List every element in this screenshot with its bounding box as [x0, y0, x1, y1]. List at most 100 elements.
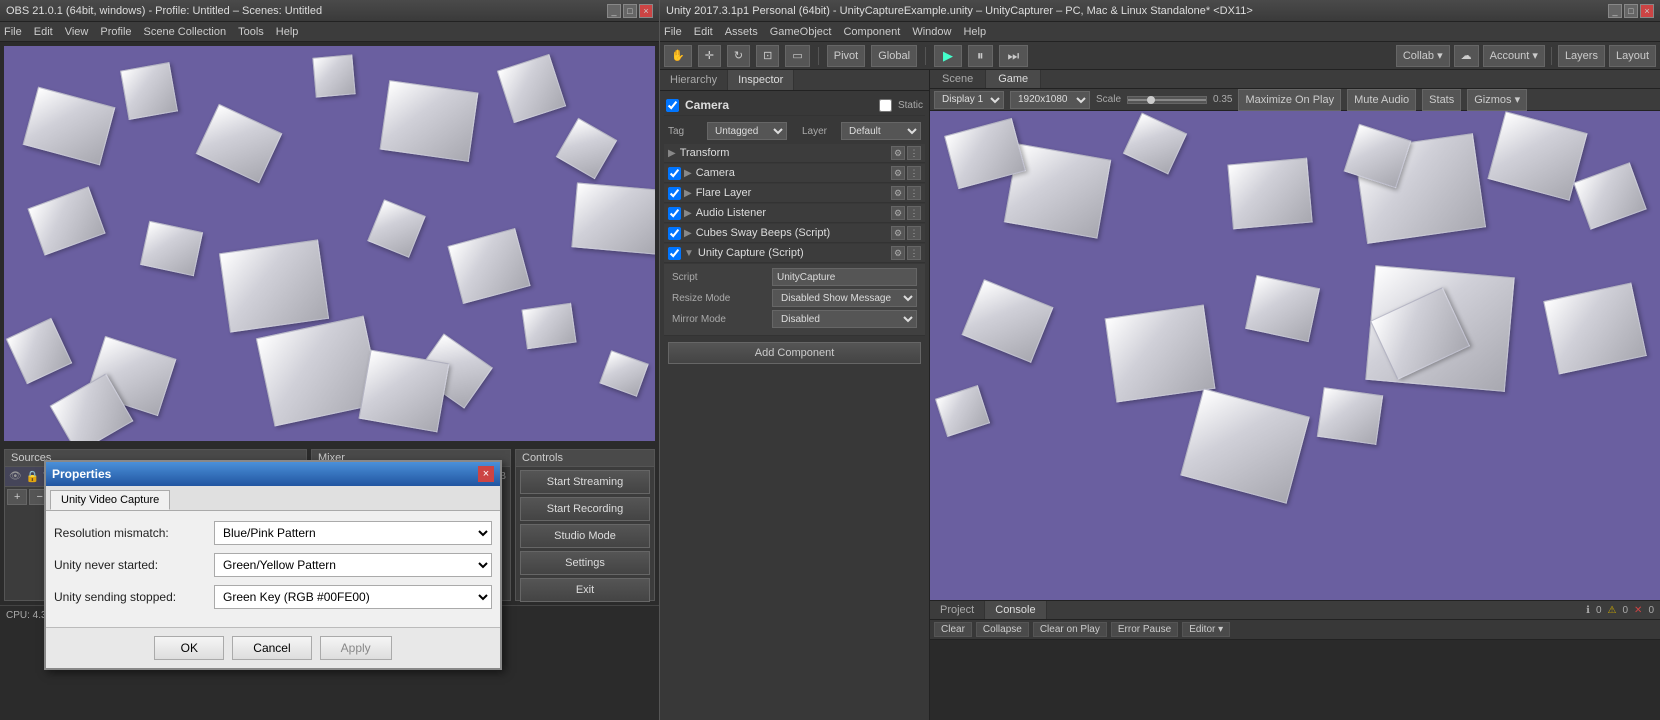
- unity-menu-file[interactable]: File: [664, 26, 682, 38]
- comp-dot-cubes[interactable]: ⋮: [907, 226, 921, 240]
- unity-bottom: Project Console ℹ 0 ⚠ 0 ✕ 0 Clear Collap…: [930, 600, 1660, 720]
- comp-dot-audio[interactable]: ⋮: [907, 206, 921, 220]
- props-apply-btn[interactable]: Apply: [320, 636, 392, 660]
- comp-settings-audio[interactable]: ⚙: [891, 206, 905, 220]
- obs-menu-help[interactable]: Help: [276, 26, 299, 38]
- account-btn[interactable]: Account ▾: [1483, 45, 1545, 67]
- comp-btns-transform: ⚙ ⋮: [891, 146, 921, 160]
- unity-menu-help[interactable]: Help: [963, 26, 986, 38]
- props-tab-unity[interactable]: Unity Video Capture: [50, 490, 170, 510]
- obs-close-btn[interactable]: ×: [639, 4, 653, 18]
- unity-maximize-btn[interactable]: □: [1624, 4, 1638, 18]
- layers-btn[interactable]: Layers: [1558, 45, 1605, 67]
- settings-btn[interactable]: Settings: [520, 551, 650, 575]
- tab-scene[interactable]: Scene: [930, 70, 986, 88]
- props-cancel-btn[interactable]: Cancel: [232, 636, 311, 660]
- tab-console[interactable]: Console: [985, 601, 1046, 619]
- gizmos-btn[interactable]: Gizmos ▾: [1467, 89, 1527, 111]
- static-checkbox[interactable]: [879, 99, 892, 112]
- global-btn[interactable]: Global: [871, 45, 917, 67]
- comp-btns-audio: ⚙ ⋮: [891, 206, 921, 220]
- mirror-select[interactable]: Disabled: [772, 310, 917, 328]
- flare-enabled[interactable]: [668, 187, 681, 200]
- display-select[interactable]: Display 1: [934, 91, 1004, 109]
- maximize-on-play-btn[interactable]: Maximize On Play: [1238, 89, 1341, 111]
- component-transform: ▶ Transform ⚙ ⋮: [664, 144, 925, 163]
- layout-btn[interactable]: Layout: [1609, 45, 1656, 67]
- resolution-select[interactable]: 1920x1080: [1010, 91, 1090, 109]
- stats-btn[interactable]: Stats: [1422, 89, 1461, 111]
- props-ok-btn[interactable]: OK: [154, 636, 224, 660]
- unity-menu-component[interactable]: Component: [843, 26, 900, 38]
- pause-btn[interactable]: ⏸: [968, 45, 993, 67]
- scale-tool-btn[interactable]: ⊡: [756, 45, 779, 67]
- resize-row: Resize Mode Disabled Show Message: [672, 289, 917, 307]
- obs-menu-edit[interactable]: Edit: [34, 26, 53, 38]
- comp-settings-transform[interactable]: ⚙: [891, 146, 905, 160]
- audio-enabled[interactable]: [668, 207, 681, 220]
- play-btn[interactable]: ▶: [934, 45, 962, 67]
- clear-btn[interactable]: Clear: [934, 622, 972, 637]
- clear-on-play-btn[interactable]: Clear on Play: [1033, 622, 1107, 637]
- mute-audio-btn[interactable]: Mute Audio: [1347, 89, 1416, 111]
- obs-maximize-btn[interactable]: □: [623, 4, 637, 18]
- rect-tool-btn[interactable]: ▭: [785, 45, 809, 67]
- comp-dot-flare[interactable]: ⋮: [907, 186, 921, 200]
- tag-select[interactable]: Untagged: [707, 122, 787, 140]
- unity-menu-edit[interactable]: Edit: [694, 26, 713, 38]
- camera-enabled[interactable]: [668, 167, 681, 180]
- tab-hierarchy[interactable]: Hierarchy: [660, 70, 728, 90]
- studio-mode-btn[interactable]: Studio Mode: [520, 524, 650, 548]
- comp-btns-unity-capture: ⚙ ⋮: [891, 246, 921, 260]
- obs-menu-view[interactable]: View: [65, 26, 89, 38]
- tab-game[interactable]: Game: [986, 70, 1041, 88]
- obs-menu-profile[interactable]: Profile: [100, 26, 131, 38]
- prop-select-unity-started[interactable]: Blue/Pink Pattern Green/Yellow Pattern G…: [214, 553, 492, 577]
- start-recording-btn[interactable]: Start Recording: [520, 497, 650, 521]
- comp-settings-camera[interactable]: ⚙: [891, 166, 905, 180]
- comp-settings-unity-capture[interactable]: ⚙: [891, 246, 905, 260]
- unity-menu-gameobject[interactable]: GameObject: [770, 26, 832, 38]
- comp-settings-cubes[interactable]: ⚙: [891, 226, 905, 240]
- add-component-btn[interactable]: Add Component: [668, 342, 921, 364]
- unity-capture-enabled[interactable]: [668, 247, 681, 260]
- comp-dot-camera[interactable]: ⋮: [907, 166, 921, 180]
- cubes-enabled[interactable]: [668, 227, 681, 240]
- unity-menu-window[interactable]: Window: [912, 26, 951, 38]
- collab-btn[interactable]: Collab ▾: [1396, 45, 1450, 67]
- comp-settings-flare[interactable]: ⚙: [891, 186, 905, 200]
- obj-enabled-checkbox[interactable]: [666, 99, 679, 112]
- obs-minimize-btn[interactable]: _: [607, 4, 621, 18]
- rotate-tool-btn[interactable]: ↻: [727, 45, 750, 67]
- obs-menu-scene-collection[interactable]: Scene Collection: [144, 26, 227, 38]
- obs-menu-file[interactable]: File: [4, 26, 22, 38]
- unity-minimize-btn[interactable]: _: [1608, 4, 1622, 18]
- hand-tool-btn[interactable]: ✋: [664, 45, 692, 67]
- step-btn[interactable]: ⏭: [999, 45, 1029, 67]
- exit-btn[interactable]: Exit: [520, 578, 650, 602]
- sources-add-btn[interactable]: +: [7, 489, 27, 505]
- tab-inspector[interactable]: Inspector: [728, 70, 794, 90]
- start-streaming-btn[interactable]: Start Streaming: [520, 470, 650, 494]
- comp-dot-transform[interactable]: ⋮: [907, 146, 921, 160]
- layer-select[interactable]: Default: [841, 122, 921, 140]
- move-tool-btn[interactable]: ✛: [698, 45, 721, 67]
- resize-select[interactable]: Disabled Show Message: [772, 289, 917, 307]
- error-count: 0: [1648, 605, 1654, 616]
- prop-row-resolution: Resolution mismatch: Blue/Pink Pattern G…: [54, 521, 492, 545]
- unity-menu-assets[interactable]: Assets: [725, 26, 758, 38]
- scale-slider[interactable]: [1127, 96, 1207, 104]
- prop-select-resolution[interactable]: Blue/Pink Pattern Green/Yellow Pattern G…: [214, 521, 492, 545]
- comp-dot-unity-capture[interactable]: ⋮: [907, 246, 921, 260]
- expand-icon-unity-capture: ▼: [684, 248, 694, 259]
- cloud-btn[interactable]: ☁: [1454, 45, 1479, 67]
- props-close-btn[interactable]: ×: [478, 466, 494, 482]
- pivot-btn[interactable]: Pivot: [827, 45, 865, 67]
- prop-select-unity-stopped[interactable]: Blue/Pink Pattern Green/Yellow Pattern G…: [214, 585, 492, 609]
- tab-project[interactable]: Project: [930, 601, 985, 619]
- error-pause-btn[interactable]: Error Pause: [1111, 622, 1178, 637]
- unity-close-btn[interactable]: ×: [1640, 4, 1654, 18]
- obs-menu-tools[interactable]: Tools: [238, 26, 264, 38]
- collapse-btn[interactable]: Collapse: [976, 622, 1029, 637]
- editor-btn[interactable]: Editor ▾: [1182, 622, 1230, 637]
